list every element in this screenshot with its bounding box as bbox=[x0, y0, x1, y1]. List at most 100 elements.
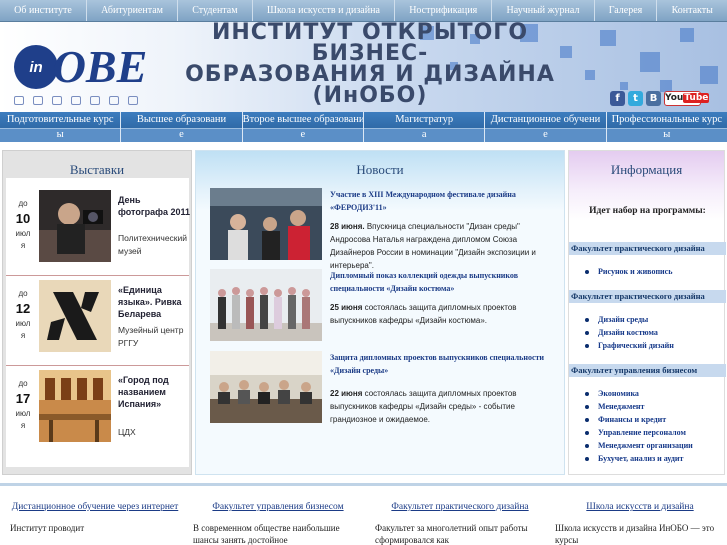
program-link[interactable]: Дизайн костюма bbox=[585, 326, 725, 339]
nav-preparatory-courses[interactable]: Подготовительные курс ы bbox=[0, 112, 122, 142]
news-photo[interactable] bbox=[210, 351, 322, 423]
youtube-tube: Tube bbox=[683, 93, 710, 103]
date-day: 10 bbox=[15, 211, 31, 226]
faculty-heading[interactable]: Факультет практического дизайна bbox=[569, 242, 726, 255]
nav-label: Магистратур bbox=[395, 114, 454, 125]
program-link[interactable]: Рисунок и живопись bbox=[585, 265, 725, 278]
program-link[interactable]: Финансы и кредит bbox=[585, 413, 725, 426]
program-link[interactable]: Графический дизайн bbox=[585, 339, 725, 352]
program-link[interactable]: Дизайн среды bbox=[585, 313, 725, 326]
youtube-you: You bbox=[665, 93, 684, 103]
footer-col-text: Институт проводит bbox=[10, 523, 85, 533]
topnav-applicants[interactable]: Абитуриентам bbox=[87, 0, 179, 21]
facebook-icon[interactable]: f bbox=[610, 91, 625, 106]
exhibition-place: ЦДХ bbox=[118, 427, 136, 437]
topnav-art-school[interactable]: Школа искусств и дизайна bbox=[253, 0, 396, 21]
exhibition-photo[interactable] bbox=[39, 370, 111, 442]
news-date: 22 июня bbox=[330, 389, 363, 398]
date-month-tail: я bbox=[20, 241, 26, 250]
chat-icon[interactable] bbox=[52, 96, 62, 105]
mail-icon[interactable] bbox=[33, 96, 43, 105]
program-list: Рисунок и живопись bbox=[585, 265, 725, 278]
footer-col-title-link[interactable]: Школа искусств и дизайна bbox=[555, 500, 725, 515]
key-icon[interactable] bbox=[90, 96, 100, 105]
date-month: июл bbox=[15, 229, 31, 238]
news-body: 28 июня. Впускница специальности "Дизан … bbox=[330, 220, 550, 272]
exhibition-name-link[interactable]: День фотографа 2011 bbox=[118, 194, 190, 218]
news-date: 25 июня bbox=[330, 303, 363, 312]
news-title-link[interactable]: Участие в XIII Международном фестивале д… bbox=[330, 188, 550, 214]
inobe-logo[interactable]: in OBE bbox=[10, 42, 150, 92]
program-link[interactable]: Управление персоналом bbox=[585, 426, 725, 439]
nav-label-tail: е bbox=[485, 128, 606, 142]
news-photo[interactable] bbox=[210, 269, 322, 341]
exhibition-photo[interactable] bbox=[39, 280, 111, 352]
program-link[interactable]: Менеджмент bbox=[585, 400, 725, 413]
footer-col-business: Факультет управления бизнесом В современ… bbox=[193, 500, 363, 545]
social-links: f t B YouTube bbox=[610, 91, 710, 106]
exhibition-item: до 12 июл я «Единица языка». Ривка Белар… bbox=[6, 278, 189, 366]
exhibition-name-link[interactable]: «Единица языка». Ривка Беларева bbox=[118, 284, 190, 320]
news-title-link[interactable]: Защита дипломных проектов выпускников сп… bbox=[330, 351, 550, 377]
vkontakte-icon[interactable]: B bbox=[646, 91, 661, 106]
news-title-link[interactable]: Дипломный показ коллекций одежды выпускн… bbox=[330, 269, 550, 295]
date-prefix: до bbox=[18, 199, 28, 208]
site-title: ИНСТИТУТ ОТКРЫТОГО БИЗНЕС- ОБРАЗОВАНИЯ И… bbox=[160, 22, 580, 108]
footer-promos: Дистанционное обучение через интернет Ин… bbox=[0, 483, 727, 545]
main-nav: Подготовительные курс ы Высшее образовани… bbox=[0, 112, 727, 142]
sitemap-icon[interactable] bbox=[128, 96, 138, 105]
login-icon[interactable] bbox=[109, 96, 119, 105]
program-link[interactable]: Экономика bbox=[585, 387, 725, 400]
news-heading: Новости bbox=[356, 162, 404, 177]
topnav-nostrification[interactable]: Нострификация bbox=[395, 0, 493, 21]
exhibition-item: до 10 июл я День фотографа 2011 Политехн… bbox=[6, 188, 190, 276]
title-line-3: ОБРАЗОВАНИЯ И ДИЗАЙНА bbox=[185, 62, 555, 87]
footer-col-title-link[interactable]: Факультет управления бизнесом bbox=[193, 500, 363, 515]
topnav-gallery[interactable]: Галерея bbox=[595, 0, 658, 21]
date-month: июл bbox=[15, 409, 31, 418]
news-photo[interactable] bbox=[210, 188, 322, 260]
title-line-1: ИНСТИТУТ ОТКРЫТОГО bbox=[211, 22, 529, 45]
exhibition-date: до 17 июл я bbox=[8, 378, 38, 432]
exhibition-place: Музейный центр РГГУ bbox=[118, 325, 184, 348]
exhibition-place: Политехнический музей bbox=[118, 233, 188, 256]
title-line-4: (ИнОБО) bbox=[312, 83, 428, 108]
news-item: Защита дипломных проектов выпускников сп… bbox=[210, 351, 555, 431]
topnav-contacts[interactable]: Контакты bbox=[657, 0, 727, 21]
twitter-icon[interactable]: t bbox=[628, 91, 643, 106]
search-icon[interactable] bbox=[71, 96, 81, 105]
nav-second-higher[interactable]: Второе высшее образовани е bbox=[242, 112, 364, 142]
topnav-students[interactable]: Студентам bbox=[178, 0, 253, 21]
program-link[interactable]: Менеджмент организации bbox=[585, 439, 725, 452]
news-body: 25 июня состоялась защита дипломных прое… bbox=[330, 301, 550, 327]
program-link[interactable]: Бухучет, анализ и аудит bbox=[585, 452, 725, 465]
nav-higher-education[interactable]: Высшее образовани е bbox=[121, 112, 243, 142]
nav-label: Второе высшее образовани bbox=[242, 114, 363, 125]
date-month-tail: я bbox=[20, 421, 26, 430]
footer-col-title-link[interactable]: Факультет практического дизайна bbox=[375, 500, 545, 515]
youtube-icon[interactable]: YouTube bbox=[664, 91, 710, 106]
nav-label-tail: е bbox=[242, 128, 363, 142]
exhibitions-panel: Выставки до 10 июл я День фотографа 2011… bbox=[2, 150, 192, 475]
exhibition-date: до 10 июл я bbox=[8, 198, 38, 252]
svg-text:OBE: OBE bbox=[53, 42, 148, 92]
nav-label-tail: ы bbox=[606, 128, 727, 142]
footer-col-title-link[interactable]: Дистанционное обучение через интернет bbox=[10, 500, 180, 515]
topnav-about[interactable]: Об институте bbox=[0, 0, 88, 21]
nav-label-tail: а bbox=[363, 128, 485, 142]
info-panel: Информация Идет набор на программы: Факу… bbox=[568, 150, 726, 475]
exhibition-name-link[interactable]: «Город под названием Испания» bbox=[118, 374, 190, 410]
nav-professional-courses[interactable]: Профессиональные курс ы bbox=[606, 112, 727, 142]
faculty-heading[interactable]: Факультет управления бизнесом bbox=[569, 364, 726, 377]
news-item: Участие в XIII Международном фестивале д… bbox=[210, 188, 555, 273]
program-list: Дизайн среды Дизайн костюма Графический … bbox=[585, 313, 725, 352]
exhibitions-list: до 10 июл я День фотографа 2011 Политехн… bbox=[6, 178, 190, 467]
date-prefix: до bbox=[18, 289, 28, 298]
nav-masters[interactable]: Магистратур а bbox=[363, 112, 486, 142]
nav-distance-learning[interactable]: Дистанционное обучени е bbox=[485, 112, 607, 142]
home-icon[interactable] bbox=[14, 96, 24, 105]
site-header: in OBE ИНСТИТУТ ОТКРЫТОГО БИЗНЕС- ОБРАЗО… bbox=[0, 22, 727, 112]
topnav-journal[interactable]: Научный журнал bbox=[492, 0, 595, 21]
faculty-heading[interactable]: Факультет практического дизайна bbox=[569, 290, 726, 303]
exhibition-photo[interactable] bbox=[39, 190, 111, 262]
